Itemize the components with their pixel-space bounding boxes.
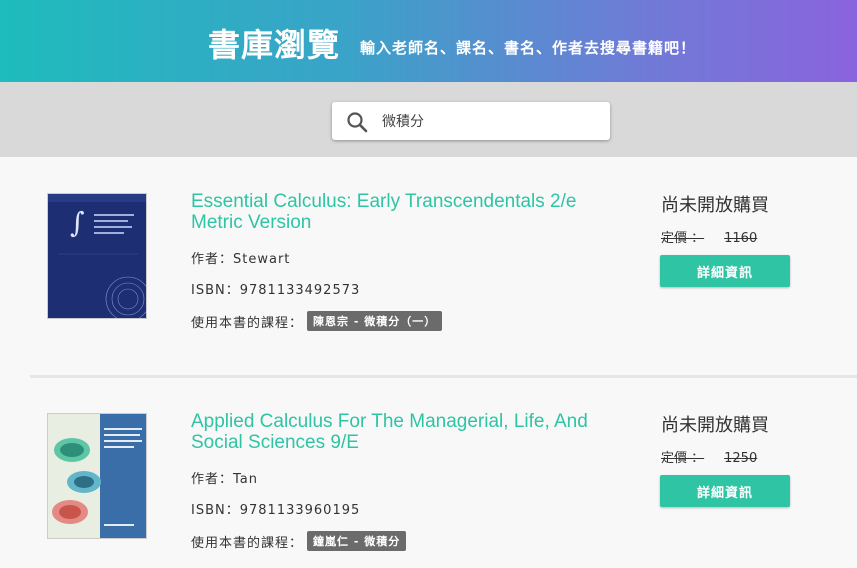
book-cover-image[interactable] (47, 413, 147, 539)
book-isbn: ISBN：9781133492573 (191, 283, 361, 298)
price-value: 1160 (724, 231, 758, 246)
detail-button[interactable]: 詳細資訊 (660, 475, 790, 507)
book-price: 定價 ： 1160 (661, 227, 757, 246)
book-isbn: ISBN：9781133960195 (191, 503, 361, 518)
header-banner: 書庫瀏覽 輸入老師名、課名、書名、作者去搜尋書籍吧！ (0, 0, 857, 82)
purchase-status: 尚未開放購買 (661, 415, 769, 436)
course-tag[interactable]: 鐘嵐仁 - 微積分 (307, 531, 407, 551)
book-author: 作者：Stewart (191, 252, 291, 267)
book-list: ∫ Essential Calculus: Early Transcendent… (0, 157, 857, 568)
search-input[interactable] (382, 109, 597, 133)
price-label: 定價 ： (661, 451, 705, 466)
course-row: 使用本書的課程： 陳恩宗 - 微積分（一） (191, 311, 443, 331)
search-bar (0, 82, 857, 157)
price-value: 1250 (724, 451, 758, 466)
course-label: 使用本書的課程： (191, 535, 304, 551)
book-price: 定價 ： 1250 (661, 447, 757, 466)
book-author: 作者：Tan (191, 472, 258, 487)
course-tag[interactable]: 陳恩宗 - 微積分（一） (307, 311, 443, 331)
detail-button[interactable]: 詳細資訊 (660, 255, 790, 287)
course-label: 使用本書的課程： (191, 315, 304, 331)
purchase-status: 尚未開放購買 (661, 195, 769, 216)
price-label: 定價 ： (661, 231, 705, 246)
book-item: ∫ Essential Calculus: Early Transcendent… (0, 157, 857, 357)
book-item: Applied Calculus For The Managerial, Lif… (0, 377, 857, 568)
book-cover-art: ∫ (48, 194, 146, 318)
book-cover-art (48, 414, 146, 538)
book-title[interactable]: Applied Calculus For The Managerial, Lif… (191, 411, 631, 453)
search-icon (347, 112, 368, 133)
book-cover-image[interactable]: ∫ (47, 193, 147, 319)
page-subtitle: 輸入老師名、課名、書名、作者去搜尋書籍吧！ (360, 39, 697, 57)
course-row: 使用本書的課程： 鐘嵐仁 - 微積分 (191, 531, 407, 551)
page-title: 書庫瀏覽 (208, 26, 341, 64)
search-box[interactable] (332, 102, 610, 140)
book-title[interactable]: Essential Calculus: Early Transcendental… (191, 191, 631, 233)
svg-text:∫: ∫ (70, 206, 85, 239)
